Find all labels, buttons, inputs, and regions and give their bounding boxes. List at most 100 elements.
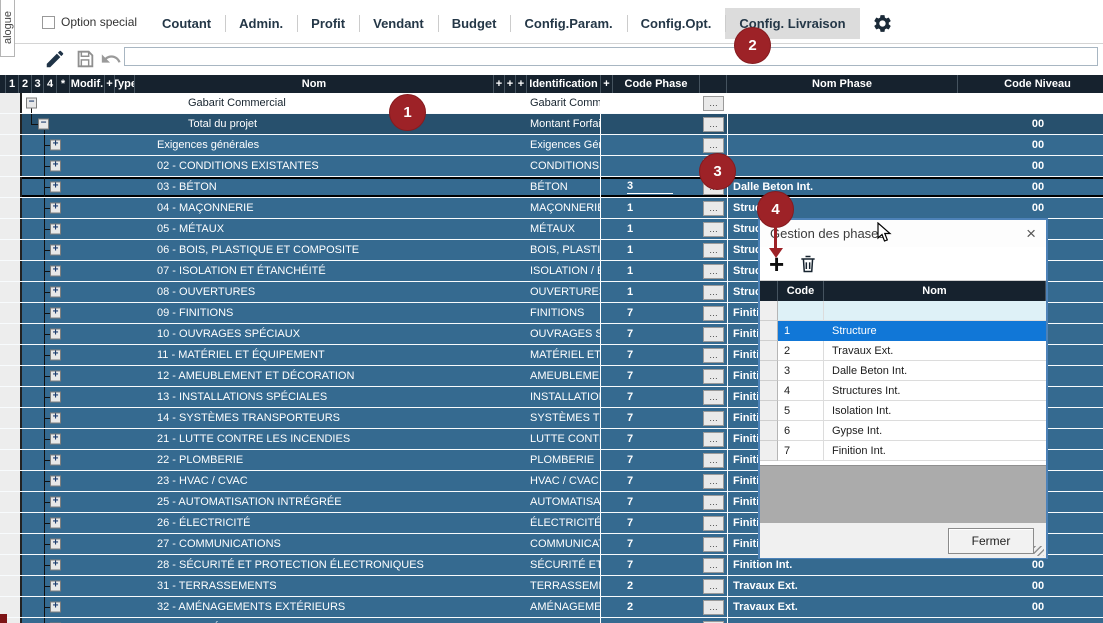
expand-toggle[interactable]: + — [50, 455, 61, 466]
ellipsis-button[interactable]: … — [703, 201, 724, 216]
ellipsis-button[interactable]: … — [703, 117, 724, 132]
column-header-blank[interactable] — [700, 75, 727, 93]
tab-profit[interactable]: Profit — [297, 8, 359, 39]
ellipsis-button[interactable]: … — [703, 516, 724, 531]
column-header-2[interactable]: 2 — [19, 75, 32, 93]
dialog-titlebar[interactable]: Gestion des phases × — [760, 220, 1046, 247]
settings-button[interactable] — [872, 13, 893, 34]
expand-toggle[interactable]: + — [50, 392, 61, 403]
ellipsis-button[interactable]: … — [703, 558, 724, 573]
ellipsis-button[interactable]: … — [703, 411, 724, 426]
column-header-3[interactable]: 3 — [32, 75, 44, 93]
column-header--[interactable]: + — [516, 75, 527, 93]
ellipsis-button[interactable]: … — [703, 243, 724, 258]
table-row[interactable]: + Exigences générales Exigences Génér … … — [0, 134, 1103, 155]
formula-input[interactable] — [124, 47, 1098, 66]
expand-toggle[interactable]: + — [50, 287, 61, 298]
expand-toggle[interactable]: + — [50, 497, 61, 508]
ellipsis-button[interactable]: … — [703, 390, 724, 405]
side-panel-tab[interactable]: alogue — [0, 0, 15, 57]
column-header--[interactable]: + — [505, 75, 516, 93]
table-row[interactable]: + 31 - TERRASSEMENTS TERRASSEMENT 2 … Tr… — [0, 575, 1103, 596]
tab-vendant[interactable]: Vendant — [359, 8, 438, 39]
fermer-button[interactable]: Fermer — [948, 528, 1034, 554]
expand-toggle[interactable]: − — [26, 98, 37, 109]
expand-toggle[interactable]: + — [50, 350, 61, 361]
dialog-phase-row[interactable]: 7 Finition Int. — [760, 441, 1046, 461]
save-icon[interactable] — [74, 48, 96, 70]
ellipsis-button[interactable]: … — [703, 579, 724, 594]
tab-config-opt-[interactable]: Config.Opt. — [627, 8, 726, 39]
expand-toggle[interactable]: + — [50, 413, 61, 424]
column-header-identification[interactable]: Identification — [527, 75, 601, 93]
dialog-phase-row[interactable]: 1 Structure — [760, 321, 1046, 341]
expand-toggle[interactable]: + — [50, 602, 61, 613]
option-special-checkbox[interactable]: Option special — [42, 15, 137, 29]
table-row[interactable]: + 02 - CONDITIONS EXISTANTES CONDITIONS … — [0, 155, 1103, 176]
column-header--[interactable]: + — [494, 75, 505, 93]
table-row[interactable]: + 03 - BÉTON BÉTON 3 … Dalle Beton Int. … — [0, 176, 1103, 197]
dialog-phase-row[interactable]: 2 Travaux Ext. — [760, 341, 1046, 361]
ellipsis-button[interactable]: … — [703, 600, 724, 615]
ellipsis-button[interactable]: … — [703, 474, 724, 489]
expand-toggle[interactable]: + — [50, 581, 61, 592]
expand-toggle[interactable]: + — [50, 434, 61, 445]
expand-toggle[interactable]: + — [50, 182, 61, 193]
expand-toggle[interactable]: + — [50, 539, 61, 550]
pencil-icon[interactable] — [44, 48, 66, 70]
expand-toggle[interactable]: + — [50, 266, 61, 277]
column-header-nom-phase[interactable]: Nom Phase — [727, 75, 958, 93]
dialog-nom-header[interactable]: Nom — [824, 281, 1046, 301]
dialog-phase-row[interactable] — [760, 301, 1046, 321]
close-icon[interactable]: × — [1026, 225, 1036, 242]
ellipsis-button[interactable]: … — [703, 264, 724, 279]
expand-toggle[interactable]: + — [50, 476, 61, 487]
column-header-type[interactable]: Type — [115, 75, 135, 93]
tab-config-param-[interactable]: Config.Param. — [510, 8, 626, 39]
trash-icon[interactable] — [798, 254, 818, 274]
dialog-phase-row[interactable]: 5 Isolation Int. — [760, 401, 1046, 421]
expand-toggle[interactable]: + — [50, 329, 61, 340]
ellipsis-button[interactable]: … — [703, 222, 724, 237]
expand-toggle[interactable]: + — [50, 371, 61, 382]
ellipsis-button[interactable]: … — [703, 327, 724, 342]
expand-toggle[interactable]: + — [50, 140, 61, 151]
table-row[interactable]: − Total du projet Montant Forfaita … 00 — [0, 113, 1103, 134]
column-header--[interactable]: * — [57, 75, 70, 93]
column-header-4[interactable]: 4 — [44, 75, 57, 93]
dialog-phase-row[interactable]: 3 Dalle Beton Int. — [760, 361, 1046, 381]
undo-icon[interactable] — [100, 48, 122, 70]
ellipsis-button[interactable]: … — [703, 96, 724, 111]
expand-toggle[interactable]: + — [50, 308, 61, 319]
ellipsis-button[interactable]: … — [703, 537, 724, 552]
resize-grip-icon[interactable] — [1034, 546, 1044, 556]
checkbox-icon[interactable] — [42, 16, 55, 29]
tab-coutant[interactable]: Coutant — [148, 8, 225, 39]
dialog-code-header[interactable]: Code — [778, 281, 824, 301]
expand-toggle[interactable]: + — [50, 518, 61, 529]
table-row[interactable]: − Gabarit Commercial Gabarit Commer … — [0, 93, 1103, 113]
column-header--[interactable]: + — [105, 75, 115, 93]
ellipsis-button[interactable]: … — [703, 285, 724, 300]
dialog-phase-row[interactable]: 4 Structures Int. — [760, 381, 1046, 401]
table-row[interactable]: + 32 - AMÉNAGEMENTS EXTÉRIEURS AMÉNAGEME… — [0, 596, 1103, 617]
ellipsis-button[interactable]: … — [703, 306, 724, 321]
ellipsis-button[interactable]: … — [703, 495, 724, 510]
column-header--[interactable]: + — [601, 75, 613, 93]
tab-admin-[interactable]: Admin. — [225, 8, 297, 39]
column-header-modif-[interactable]: Modif. — [70, 75, 105, 93]
ellipsis-button[interactable]: … — [703, 138, 724, 153]
table-row[interactable]: + 33 - UTILITÉS SERVICES D'UTI 2 … Trava… — [0, 617, 1103, 623]
column-header-code-niveau[interactable]: Code Niveau — [958, 75, 1103, 93]
expand-toggle[interactable]: + — [50, 560, 61, 571]
expand-toggle[interactable]: + — [50, 203, 61, 214]
column-header-1[interactable]: 1 — [6, 75, 19, 93]
column-header-nom[interactable]: Nom — [135, 75, 494, 93]
tab-budget[interactable]: Budget — [438, 8, 511, 39]
ellipsis-button[interactable]: … — [703, 369, 724, 384]
ellipsis-button[interactable]: … — [703, 453, 724, 468]
table-row[interactable]: + 04 - MAÇONNERIE MAÇONNERIE 1 … Structu… — [0, 197, 1103, 218]
expand-toggle[interactable]: + — [50, 224, 61, 235]
expand-toggle[interactable]: + — [50, 245, 61, 256]
expand-toggle[interactable]: − — [38, 119, 49, 130]
